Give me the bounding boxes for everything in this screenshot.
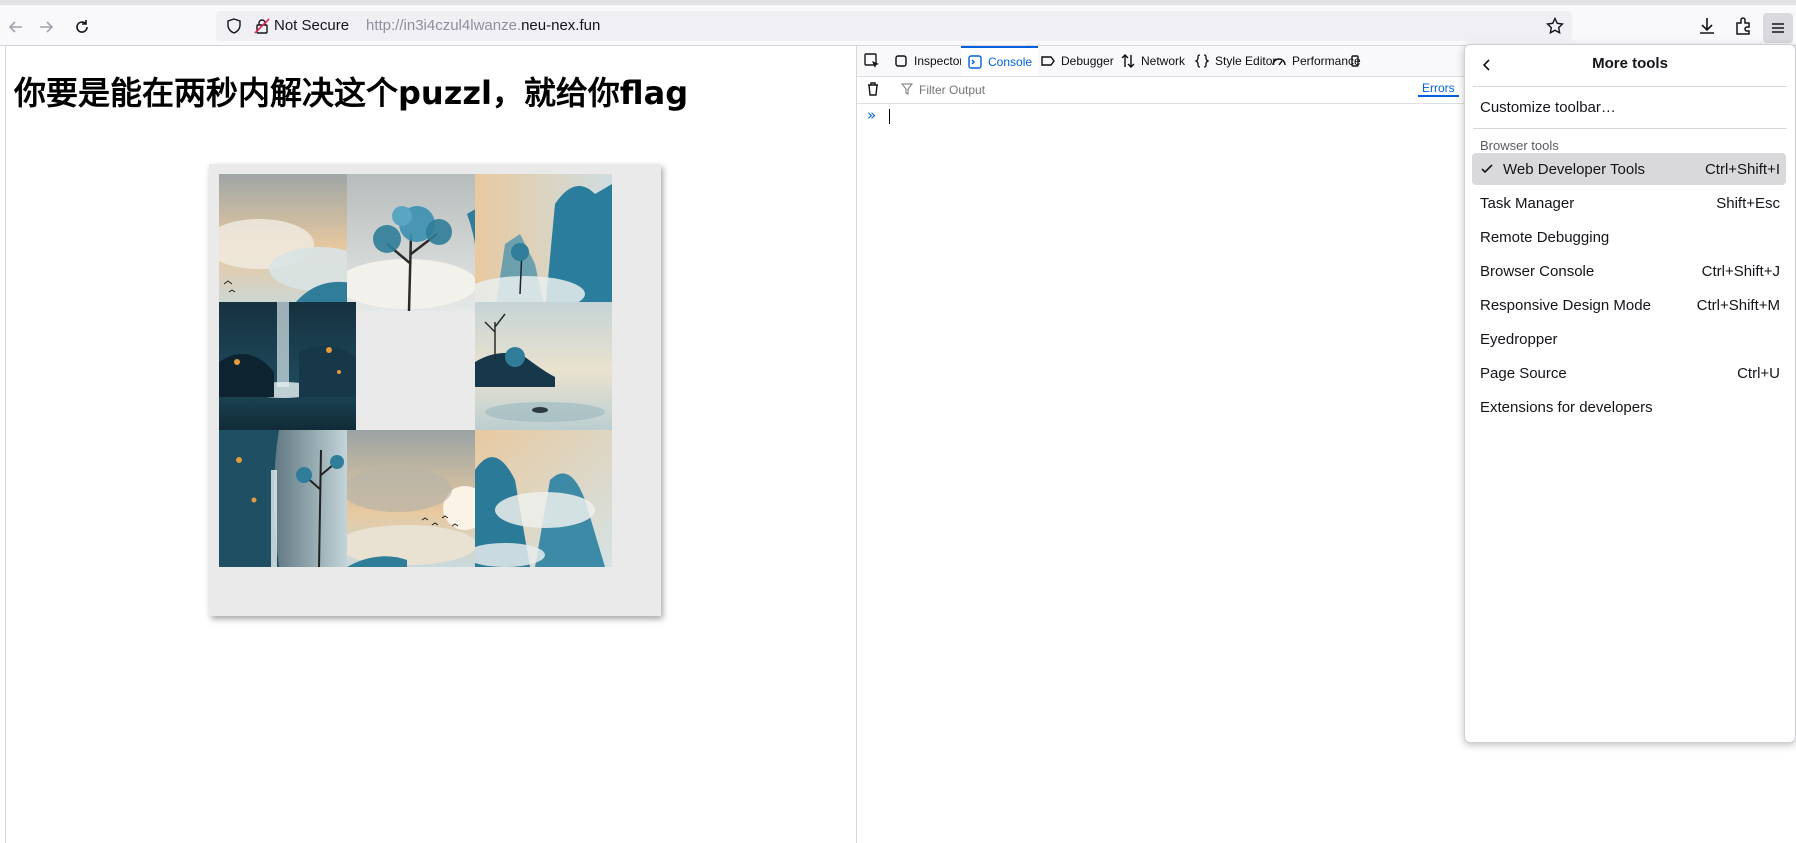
element-picker-icon[interactable] — [863, 52, 881, 70]
tile-image — [219, 302, 356, 439]
extensions-icon[interactable] — [1732, 15, 1754, 37]
tab-label: Network — [1141, 54, 1186, 68]
menu-divider — [1473, 86, 1787, 87]
menu-item-responsive-design-mode[interactable]: Responsive Design Mode Ctrl+Shift+M — [1472, 289, 1786, 321]
puzzle-tile-waterfall-cliff[interactable] — [219, 430, 356, 567]
customize-toolbar-label: Customize toolbar… — [1480, 98, 1616, 116]
menu-title: More tools — [1592, 55, 1668, 72]
reload-button[interactable] — [68, 13, 96, 41]
tile-image — [475, 174, 612, 311]
more-tools-menu: More tools Customize toolbar… Browser to… — [1464, 44, 1796, 743]
downloads-icon[interactable] — [1696, 15, 1718, 37]
trash-icon[interactable] — [865, 81, 881, 97]
menu-item-shortcut: Shift+Esc — [1716, 194, 1780, 212]
tile-image — [475, 302, 612, 439]
menu-item-shortcut: Ctrl+Shift+I — [1704, 160, 1780, 178]
menu-item-label: Extensions for developers — [1480, 398, 1653, 416]
tab-debugger[interactable]: Debugger — [1034, 46, 1120, 76]
menu-item-shortcut: Ctrl+Shift+M — [1696, 296, 1780, 314]
page-title: 你要是能在两秒内解决这个puzzl，就给你flag — [14, 74, 689, 112]
hamburger-menu-icon — [1772, 23, 1784, 33]
menu-item-label: Eyedropper — [1480, 330, 1558, 348]
puzzle-tile-sun-birds[interactable] — [347, 430, 484, 567]
not-secure-label[interactable]: Not Secure — [274, 17, 349, 34]
menu-item-label: Page Source — [1480, 364, 1567, 382]
console-icon — [968, 55, 982, 69]
tab-console[interactable]: Console — [961, 46, 1039, 76]
insecure-lock-icon[interactable] — [254, 18, 270, 34]
puzzle-tile-blue-tree[interactable] — [347, 174, 484, 311]
url-host: neu-nex.fun — [521, 17, 601, 34]
menu-item-extensions-for-developers[interactable]: Extensions for developers — [1472, 391, 1786, 423]
back-button[interactable] — [2, 13, 30, 41]
puzzle-tile-misty-peaks[interactable] — [475, 430, 612, 567]
braces-icon — [1194, 54, 1210, 68]
menu-item-task-manager[interactable]: Task Manager Shift+Esc — [1472, 187, 1786, 219]
menu-item-eyedropper[interactable]: Eyedropper — [1472, 323, 1786, 355]
arrow-left-icon — [8, 21, 22, 33]
tile-image — [475, 430, 612, 567]
puzzle-tile-blue-mountains[interactable] — [475, 174, 612, 311]
menu-item-web-developer-tools[interactable]: Web Developer Tools Ctrl+Shift+I — [1472, 153, 1786, 185]
menu-item-label: Task Manager — [1480, 194, 1575, 212]
reload-icon — [76, 20, 88, 33]
menu-item-label: Browser Console — [1480, 262, 1595, 280]
tab-inspector[interactable]: Inspector — [887, 46, 969, 76]
network-icon — [1121, 54, 1135, 68]
menu-item-shortcut: Ctrl+U — [1737, 364, 1780, 382]
browser-tools-heading: Browser tools — [1480, 138, 1559, 153]
arrow-right-icon — [40, 21, 54, 33]
menu-item-label: Responsive Design Mode — [1480, 296, 1651, 314]
customize-toolbar-item[interactable]: Customize toolbar… — [1472, 91, 1786, 123]
errors-filter-button[interactable]: Errors — [1418, 81, 1459, 97]
puzzle-tile-night-waterfall-lake[interactable] — [219, 302, 356, 439]
checkmark-icon — [1481, 164, 1493, 174]
tile-image — [219, 430, 356, 567]
tab-network[interactable]: Network — [1114, 46, 1191, 76]
gauge-icon — [1272, 58, 1286, 66]
browser-toolbar: Not Secure http://in3i4czul4lwanze.neu-n… — [0, 5, 1796, 46]
tab-overflow-icon[interactable] — [1348, 46, 1364, 76]
menu-header: More tools — [1465, 45, 1795, 85]
filter-output-input[interactable] — [917, 80, 1321, 100]
puzzle-tile-empty[interactable] — [347, 302, 484, 439]
app-menu-button[interactable] — [1763, 13, 1793, 43]
url-bar[interactable]: Not Secure http://in3i4czul4lwanze.neu-n… — [216, 11, 1572, 41]
shield-icon[interactable] — [226, 18, 242, 34]
forward-button[interactable] — [32, 13, 60, 41]
tab-label: Inspector — [914, 54, 964, 68]
menu-item-page-source[interactable]: Page Source Ctrl+U — [1472, 357, 1786, 389]
puzzle-tile-clouds-birds[interactable] — [219, 174, 356, 311]
url-text[interactable]: http://in3i4czul4lwanze.neu-nex.fun — [366, 17, 600, 34]
tile-image — [219, 174, 356, 311]
menu-item-label: Web Developer Tools — [1503, 160, 1646, 178]
menu-item-remote-debugging[interactable]: Remote Debugging — [1472, 221, 1786, 253]
tab-label: Console — [988, 55, 1033, 69]
web-page: 你要是能在两秒内解决这个puzzl，就给你flag — [5, 46, 857, 843]
puzzle-board — [209, 164, 661, 616]
menu-item-shortcut: Ctrl+Shift+J — [1701, 262, 1780, 280]
tab-label: Debugger — [1061, 54, 1114, 68]
url-prefix: http://in3i4czul4lwanze. — [366, 17, 522, 34]
debugger-icon — [1041, 56, 1055, 66]
bookmark-star-icon[interactable] — [1546, 17, 1564, 35]
filter-icon — [901, 83, 913, 95]
menu-item-browser-console[interactable]: Browser Console Ctrl+Shift+J — [1472, 255, 1786, 287]
menu-divider — [1473, 128, 1787, 129]
menu-item-label: Remote Debugging — [1480, 228, 1610, 246]
console-input-caret[interactable] — [889, 109, 890, 124]
console-prompt-icon: » — [867, 106, 877, 124]
box-icon — [895, 55, 907, 67]
tile-image — [347, 174, 484, 311]
tile-image — [347, 430, 484, 567]
puzzle-tile-island-lake[interactable] — [475, 302, 612, 439]
